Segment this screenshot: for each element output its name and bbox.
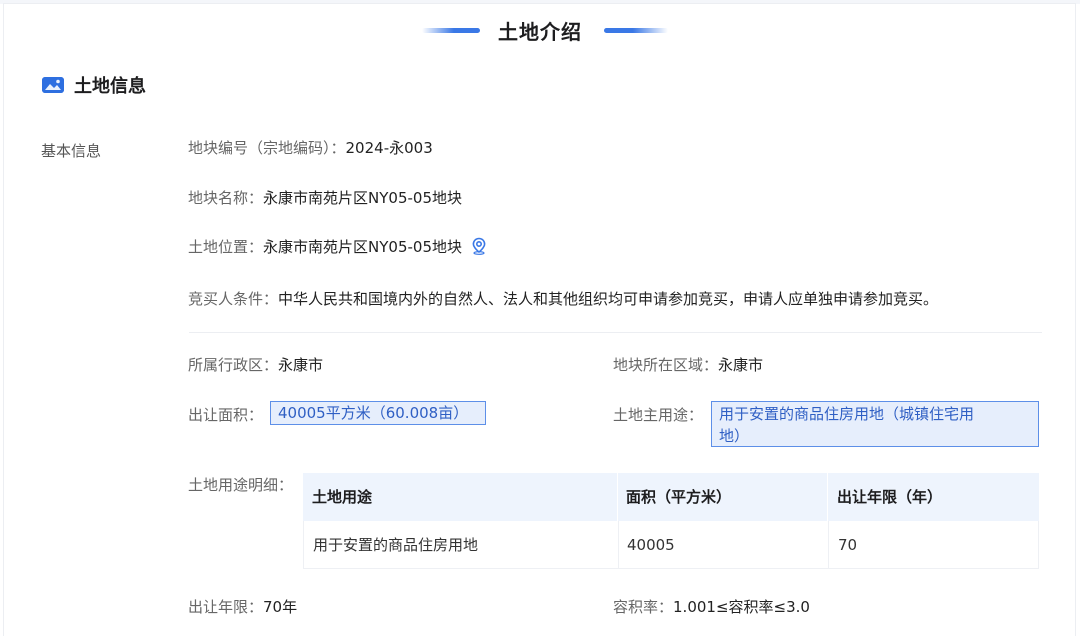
transfer-area-value: 40005平方米（60.008亩） (270, 401, 486, 425)
table-header-cell: 土地用途 (312, 488, 373, 506)
use-detail-row: 土地用途明细： (188, 474, 293, 496)
parcel-location-row: 土地位置：永康市南苑片区NY05-05地块 (188, 236, 488, 258)
plot-ratio-label: 容积率： (613, 598, 674, 616)
parcel-region-row: 地块所在区域：永康市 (613, 354, 763, 376)
table-cell: 70 (838, 536, 858, 554)
main-use-row: 土地主用途： (613, 404, 703, 426)
image-icon (42, 77, 64, 93)
bidder-conditions-value: 中华人民共和国境内外的自然人、法人和其他组织均可申请参加竞买，申请人应单独申请参… (278, 290, 939, 308)
land-intro-card: 土地介绍 土地信息 基本信息 地块编号（宗地编码）：2024-永003 地块名称… (3, 3, 1076, 636)
parcel-code-value: 2024-永003 (345, 139, 433, 157)
parcel-name-row: 地块名称：永康市南苑片区NY05-05地块 (188, 187, 462, 209)
title-decoration-right (604, 28, 668, 33)
parcel-name-label: 地块名称： (188, 189, 264, 207)
table-row: 用于安置的商品住房用地 40005 70 (303, 521, 1039, 569)
plot-ratio-value: 1.001≤容积率≤3.0 (673, 598, 810, 616)
use-detail-label: 土地用途明细： (188, 476, 294, 494)
section-title: 土地介绍 (498, 20, 582, 44)
table-header-cell: 出让年限（年） (837, 488, 943, 506)
column-divider (828, 521, 829, 569)
table-header-cell: 面积（平方米） (626, 488, 732, 506)
main-use-label: 土地主用途： (613, 406, 704, 424)
land-use-table: 土地用途 面积（平方米） 出让年限（年） 用于安置的商品住房用地 40005 7… (303, 473, 1039, 569)
main-use-value: 用于安置的商品住房用地（城镇住宅用 地） (711, 401, 1039, 447)
bidder-conditions-label: 竞买人条件： (188, 290, 279, 308)
parcel-region-value: 永康市 (718, 356, 764, 374)
title-decoration-left (422, 28, 480, 33)
map-pin-icon[interactable] (470, 237, 488, 255)
parcel-code-row: 地块编号（宗地编码）：2024-永003 (188, 137, 433, 159)
admin-district-row: 所属行政区：永康市 (188, 354, 323, 376)
column-divider (618, 521, 619, 569)
parcel-location-value: 永康市南苑片区NY05-05地块 (263, 238, 462, 256)
plot-ratio-row: 容积率：1.001≤容积率≤3.0 (613, 596, 810, 618)
table-header: 土地用途 面积（平方米） 出让年限（年） (303, 473, 1039, 521)
transfer-term-row: 出让年限：70年 (188, 596, 297, 618)
column-divider (617, 473, 618, 521)
transfer-area-label: 出让面积： (188, 406, 264, 424)
main-use-value-line1: 用于安置的商品住房用地（城镇住宅用 (719, 405, 975, 423)
parcel-name-value: 永康市南苑片区NY05-05地块 (263, 189, 462, 207)
parcel-location-label: 土地位置： (188, 238, 264, 256)
admin-district-label: 所属行政区： (188, 356, 279, 374)
subsection-header: 土地信息 (42, 72, 146, 98)
main-use-value-line2: 地） (719, 427, 750, 445)
parcel-code-label: 地块编号（宗地编码）： (188, 139, 346, 157)
transfer-area-row: 出让面积： (188, 404, 263, 426)
basic-info-label: 基本信息 (41, 142, 102, 160)
admin-district-value: 永康市 (278, 356, 324, 374)
table-cell: 用于安置的商品住房用地 (313, 536, 479, 554)
transfer-term-label: 出让年限： (188, 598, 264, 616)
table-cell: 40005 (627, 536, 675, 554)
section-header: 土地介绍 (4, 18, 1077, 46)
divider (189, 332, 1042, 333)
transfer-term-value: 70年 (263, 598, 298, 616)
column-divider (827, 473, 828, 521)
bidder-conditions-row: 竞买人条件：中华人民共和国境内外的自然人、法人和其他组织均可申请参加竞买，申请人… (188, 288, 938, 310)
parcel-region-label: 地块所在区域： (613, 356, 719, 374)
subsection-title: 土地信息 (74, 76, 146, 97)
